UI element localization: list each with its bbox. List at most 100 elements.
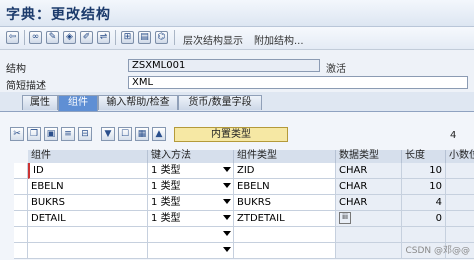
cut-icon[interactable]: ✂ — [10, 127, 24, 141]
dropdown-arrow-icon[interactable] — [223, 167, 231, 172]
copy-icon[interactable]: ❐ — [27, 127, 41, 141]
column-header[interactable]: 组件 — [28, 150, 148, 163]
column-header[interactable]: 数据类型 — [336, 150, 402, 163]
expand-icon[interactable]: ▲ — [152, 127, 166, 141]
toolbar-separator — [24, 30, 25, 45]
where-used-icon[interactable]: ⇌ — [97, 31, 110, 44]
edit-icon[interactable]: ✎ — [46, 31, 59, 44]
component-type-cell[interactable]: ZID — [234, 163, 336, 179]
column-header[interactable]: 长度 — [402, 150, 446, 163]
component-type-cell[interactable]: ZTDETAIL — [234, 211, 336, 227]
method-label: 类型 — [160, 197, 181, 208]
toolbar-separator — [115, 30, 116, 45]
length-cell: 10 — [402, 179, 446, 195]
component-cell[interactable] — [28, 243, 148, 259]
row-selector[interactable] — [14, 163, 28, 179]
glasses-icon[interactable]: ∞ — [29, 31, 42, 44]
length-cell: 0 — [402, 211, 446, 227]
table-type-icon: iii — [339, 212, 351, 224]
description-label: 简短描述 — [6, 81, 46, 92]
component-cell[interactable]: BUKRS — [28, 195, 148, 211]
component-type-cell[interactable]: EBELN — [234, 179, 336, 195]
description-field[interactable]: XML — [128, 76, 468, 89]
tree-icon[interactable]: ▤ — [138, 31, 151, 44]
method-number: 1 — [151, 181, 158, 192]
back-icon[interactable]: ⇦ — [6, 31, 19, 44]
dropdown-arrow-icon[interactable] — [223, 183, 231, 188]
decimals-cell — [446, 211, 474, 227]
toolbar-separator — [174, 30, 175, 45]
method-number: 1 — [151, 165, 158, 176]
status-text: 激活 — [326, 64, 346, 75]
tab-input-help[interactable]: 输入帮助/检查 — [98, 95, 178, 110]
method-cell[interactable]: 1 类型 — [148, 211, 234, 227]
component-cell[interactable]: DETAIL — [28, 211, 148, 227]
decimals-cell — [446, 227, 474, 243]
data-type-cell — [336, 243, 402, 259]
component-type-cell[interactable] — [234, 227, 336, 243]
method-cell[interactable]: 1 类型 — [148, 163, 234, 179]
method-number: 1 — [151, 213, 158, 224]
select-all-icon[interactable]: ☐ — [118, 127, 132, 141]
component-cell[interactable]: EBELN — [28, 179, 148, 195]
dropdown-arrow-icon[interactable] — [223, 231, 231, 236]
row-count: 4 — [450, 130, 457, 141]
component-type-cell[interactable]: BUKRS — [234, 195, 336, 211]
data-type-cell — [336, 227, 402, 243]
dropdown-arrow-icon[interactable] — [223, 215, 231, 220]
data-type-cell: CHAR — [336, 195, 402, 211]
data-type-cell: CHAR — [336, 179, 402, 195]
column-header[interactable]: 键入方法 — [148, 150, 234, 163]
row-selector[interactable] — [14, 227, 28, 243]
components-panel: ✂ ❐ ▣ ≡ ⊟ ▼ ☐ ▦ ▲ 内置类型 4 组件 键入方法 组件类型 数据… — [0, 111, 474, 260]
header-fields: 结构 ZSXML001 激活 简短描述 XML — [0, 50, 474, 92]
network-icon[interactable]: ⌬ — [155, 31, 168, 44]
column-header[interactable]: 组件类型 — [234, 150, 336, 163]
insert-row-icon[interactable]: ≡ — [61, 127, 75, 141]
method-number: 1 — [151, 197, 158, 208]
method-label: 类型 — [160, 213, 181, 224]
hierarchy-display-button[interactable]: 层次结构显示 — [183, 32, 243, 47]
row-selector[interactable] — [14, 179, 28, 195]
tab-components[interactable]: 组件 — [58, 95, 98, 111]
data-type-cell: CHAR — [336, 163, 402, 179]
method-cell[interactable] — [148, 243, 234, 259]
title-bar: 字典：更改结构 — [0, 0, 474, 27]
tab-currency-quantity[interactable]: 货币/数量字段 — [178, 95, 262, 110]
watermark: CSDN @邓@@ — [405, 246, 470, 256]
row-selector[interactable] — [14, 195, 28, 211]
structure-field: ZSXML001 — [128, 59, 320, 72]
component-type-cell[interactable] — [234, 243, 336, 259]
application-toolbar: ⇦ ∞ ✎ ◈ ✐ ⇌ ⊞ ▤ ⌬ 层次结构显示 附加结构... — [0, 27, 474, 50]
hierarchy-icon[interactable]: ⊞ — [121, 31, 134, 44]
append-structure-button[interactable]: 附加结构... — [254, 32, 304, 47]
dropdown-arrow-icon[interactable] — [223, 247, 231, 252]
decimals-cell — [446, 163, 474, 179]
decimals-cell — [446, 179, 474, 195]
details-icon[interactable]: ▦ — [135, 127, 149, 141]
length-cell — [402, 227, 446, 243]
method-cell[interactable]: 1 类型 — [148, 179, 234, 195]
method-label: 类型 — [160, 165, 181, 176]
filter-icon[interactable]: ▼ — [101, 127, 115, 141]
tab-attributes[interactable]: 属性 — [22, 95, 58, 110]
method-label: 类型 — [160, 181, 181, 192]
builtin-type-button[interactable]: 内置类型 — [174, 127, 288, 142]
pencil-icon[interactable]: ✐ — [80, 31, 93, 44]
length-cell: 4 — [402, 195, 446, 211]
component-cell[interactable] — [28, 227, 148, 243]
delete-row-icon[interactable]: ⊟ — [78, 127, 92, 141]
component-cell[interactable]: ID — [28, 163, 148, 179]
method-cell[interactable]: 1 类型 — [148, 195, 234, 211]
tab-strip: 属性 组件 输入帮助/检查 货币/数量字段 — [0, 95, 474, 111]
column-header[interactable]: 小数位 — [446, 150, 474, 163]
row-selector[interactable] — [14, 211, 28, 227]
method-cell[interactable] — [148, 227, 234, 243]
data-type-cell: iii — [336, 211, 402, 227]
paste-icon[interactable]: ▣ — [44, 127, 58, 141]
row-selector[interactable] — [14, 243, 28, 259]
decimals-cell — [446, 195, 474, 211]
dropdown-arrow-icon[interactable] — [223, 199, 231, 204]
object-icon[interactable]: ◈ — [63, 31, 76, 44]
window-title: 字典：更改结构 — [6, 7, 111, 23]
